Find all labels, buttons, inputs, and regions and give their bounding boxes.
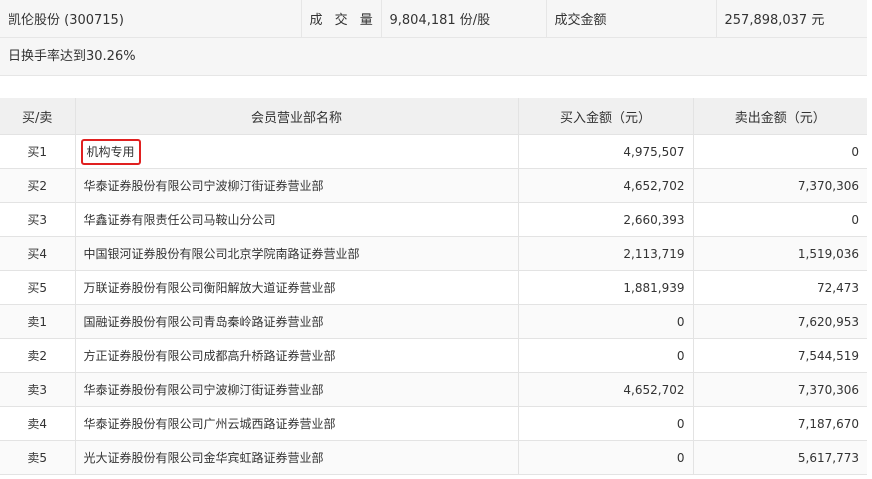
column-header-buy-amount: 买入金额（元） [517, 98, 694, 135]
row-side: 买4 [0, 236, 76, 271]
column-header-side: 买/卖 [0, 98, 76, 135]
row-broker: 华鑫证券有限责任公司马鞍山分公司 [74, 202, 519, 237]
row-side: 买2 [0, 168, 76, 203]
row-broker: 机构专用 [74, 134, 519, 169]
row-side: 卖4 [0, 406, 76, 441]
amount-value: 257,898,037 元 [716, 0, 867, 38]
row-buy-amount: 2,113,719 [517, 236, 694, 271]
row-broker: 中国银河证券股份有限公司北京学院南路证券营业部 [74, 236, 519, 271]
table-row: 买1 机构专用 4,975,507 0 [0, 134, 867, 169]
row-buy-amount: 0 [517, 338, 694, 373]
trade-summary-row: 凯伦股份 (300715) 成 交 量 9,804,181 份/股 成交金额 2… [0, 0, 867, 38]
row-broker: 万联证券股份有限公司衡阳解放大道证券营业部 [74, 270, 519, 305]
row-buy-amount: 0 [517, 440, 694, 475]
table-row: 买2 华泰证券股份有限公司宁波柳汀街证券营业部 4,652,702 7,370,… [0, 168, 867, 203]
highlighted-broker-name: 机构专用 [80, 138, 141, 165]
table-row: 卖3 华泰证券股份有限公司宁波柳汀街证券营业部 4,652,702 7,370,… [0, 372, 867, 407]
table-row: 卖5 光大证券股份有限公司金华宾虹路证券营业部 0 5,617,773 [0, 440, 867, 475]
row-buy-amount: 0 [517, 304, 694, 339]
stock-name: 凯伦股份 (300715) [0, 0, 302, 38]
row-side: 卖1 [0, 304, 76, 339]
row-side: 买1 [0, 134, 76, 169]
trade-summary-table: 凯伦股份 (300715) 成 交 量 9,804,181 份/股 成交金额 2… [0, 0, 867, 38]
row-broker: 华泰证券股份有限公司宁波柳汀街证券营业部 [74, 372, 519, 407]
row-sell-amount: 1,519,036 [692, 236, 867, 271]
row-sell-amount: 5,617,773 [692, 440, 867, 475]
column-header-sell-amount: 卖出金额（元） [692, 98, 867, 135]
row-buy-amount: 4,975,507 [517, 134, 694, 169]
row-sell-amount: 7,187,670 [692, 406, 867, 441]
row-sell-amount: 7,544,519 [692, 338, 867, 373]
table-row: 买4 中国银河证券股份有限公司北京学院南路证券营业部 2,113,719 1,5… [0, 236, 867, 271]
turnover-rate: 日换手率达到30.26% [0, 38, 867, 76]
row-buy-amount: 2,660,393 [517, 202, 694, 237]
row-broker: 光大证券股份有限公司金华宾虹路证券营业部 [74, 440, 519, 475]
row-broker: 方正证券股份有限公司成都高升桥路证券营业部 [74, 338, 519, 373]
row-side: 买3 [0, 202, 76, 237]
row-sell-amount: 0 [692, 134, 867, 169]
row-sell-amount: 7,620,953 [692, 304, 867, 339]
row-broker: 国融证券股份有限公司青岛秦岭路证券营业部 [74, 304, 519, 339]
table-header-row: 买/卖 会员营业部名称 买入金额（元） 卖出金额（元） [0, 98, 867, 135]
volume-value: 9,804,181 份/股 [381, 0, 547, 38]
row-buy-amount: 1,881,939 [517, 270, 694, 305]
table-row: 卖2 方正证券股份有限公司成都高升桥路证券营业部 0 7,544,519 [0, 338, 867, 373]
table-row: 买3 华鑫证券有限责任公司马鞍山分公司 2,660,393 0 [0, 202, 867, 237]
row-side: 买5 [0, 270, 76, 305]
row-broker: 华泰证券股份有限公司宁波柳汀街证券营业部 [74, 168, 519, 203]
row-side: 卖3 [0, 372, 76, 407]
volume-label: 成 交 量 [301, 0, 382, 38]
row-sell-amount: 7,370,306 [692, 168, 867, 203]
column-header-broker: 会员营业部名称 [74, 98, 519, 135]
row-buy-amount: 4,652,702 [517, 372, 694, 407]
table-row: 卖4 华泰证券股份有限公司广州云城西路证券营业部 0 7,187,670 [0, 406, 867, 441]
row-broker: 华泰证券股份有限公司广州云城西路证券营业部 [74, 406, 519, 441]
row-side: 卖5 [0, 440, 76, 475]
row-side: 卖2 [0, 338, 76, 373]
row-buy-amount: 0 [517, 406, 694, 441]
table-row: 买5 万联证券股份有限公司衡阳解放大道证券营业部 1,881,939 72,47… [0, 270, 867, 305]
row-sell-amount: 0 [692, 202, 867, 237]
row-sell-amount: 7,370,306 [692, 372, 867, 407]
broker-seat-table: 买/卖 会员营业部名称 买入金额（元） 卖出金额（元） 买1 机构专用 4,97… [0, 98, 867, 475]
row-sell-amount: 72,473 [692, 270, 867, 305]
row-buy-amount: 4,652,702 [517, 168, 694, 203]
amount-label: 成交金额 [546, 0, 717, 38]
table-row: 卖1 国融证券股份有限公司青岛秦岭路证券营业部 0 7,620,953 [0, 304, 867, 339]
